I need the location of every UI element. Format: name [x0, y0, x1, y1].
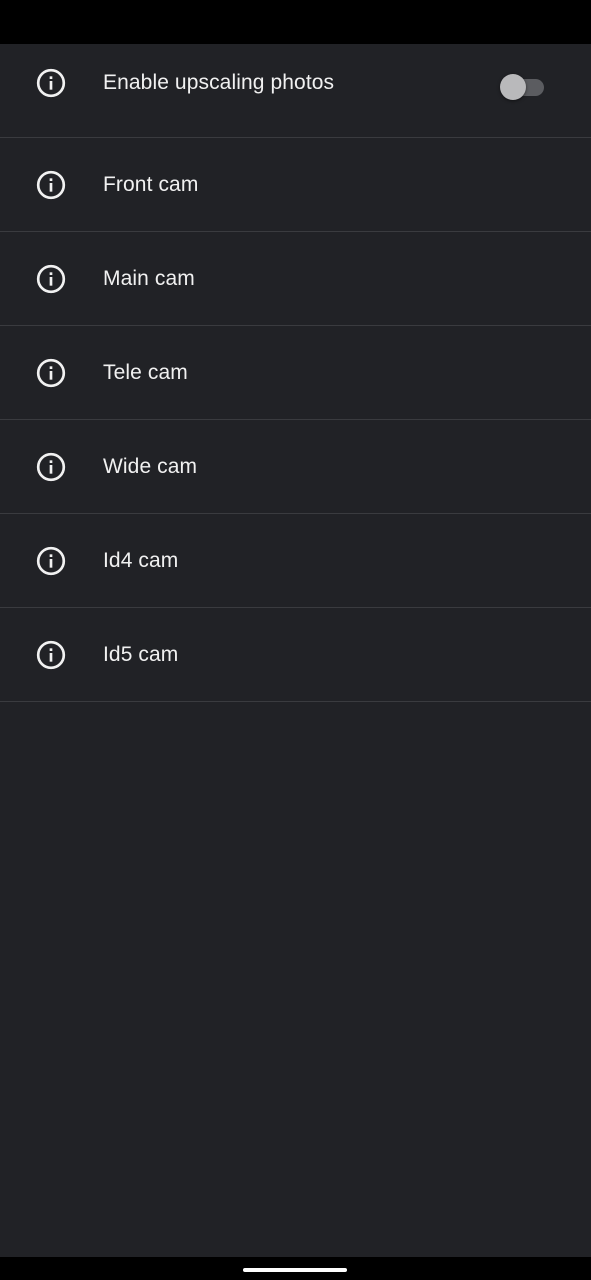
info-icon	[35, 67, 67, 99]
info-icon	[35, 357, 67, 389]
info-icon	[35, 263, 67, 295]
info-icon	[35, 169, 67, 201]
info-icon	[35, 545, 67, 577]
upscaling-toggle-switch[interactable]	[498, 70, 548, 102]
setting-label: Tele cam	[103, 360, 188, 384]
home-gesture-handle[interactable]	[243, 1268, 347, 1272]
setting-label: Enable upscaling photos	[103, 70, 335, 94]
setting-label: Id5 cam	[103, 642, 179, 666]
toggle-thumb	[500, 74, 526, 100]
setting-row-front-cam[interactable]: Front cam	[0, 138, 591, 232]
info-icon	[35, 639, 67, 671]
setting-row-tele-cam[interactable]: Tele cam	[0, 326, 591, 420]
setting-row-id4-cam[interactable]: Id4 cam	[0, 514, 591, 608]
setting-row-main-cam[interactable]: Main cam	[0, 232, 591, 326]
setting-label: Front cam	[103, 172, 199, 196]
settings-screen: Enable upscaling photos Front cam Main c…	[0, 44, 591, 1257]
setting-label: Id4 cam	[103, 548, 179, 572]
info-icon	[35, 451, 67, 483]
settings-list: Enable upscaling photos Front cam Main c…	[0, 44, 591, 702]
setting-row-wide-cam[interactable]: Wide cam	[0, 420, 591, 514]
setting-label: Main cam	[103, 266, 195, 290]
setting-row-enable-upscaling[interactable]: Enable upscaling photos	[0, 44, 591, 138]
setting-row-id5-cam[interactable]: Id5 cam	[0, 608, 591, 702]
setting-label: Wide cam	[103, 454, 198, 478]
navigation-bar	[0, 1257, 591, 1280]
status-bar	[0, 0, 591, 44]
